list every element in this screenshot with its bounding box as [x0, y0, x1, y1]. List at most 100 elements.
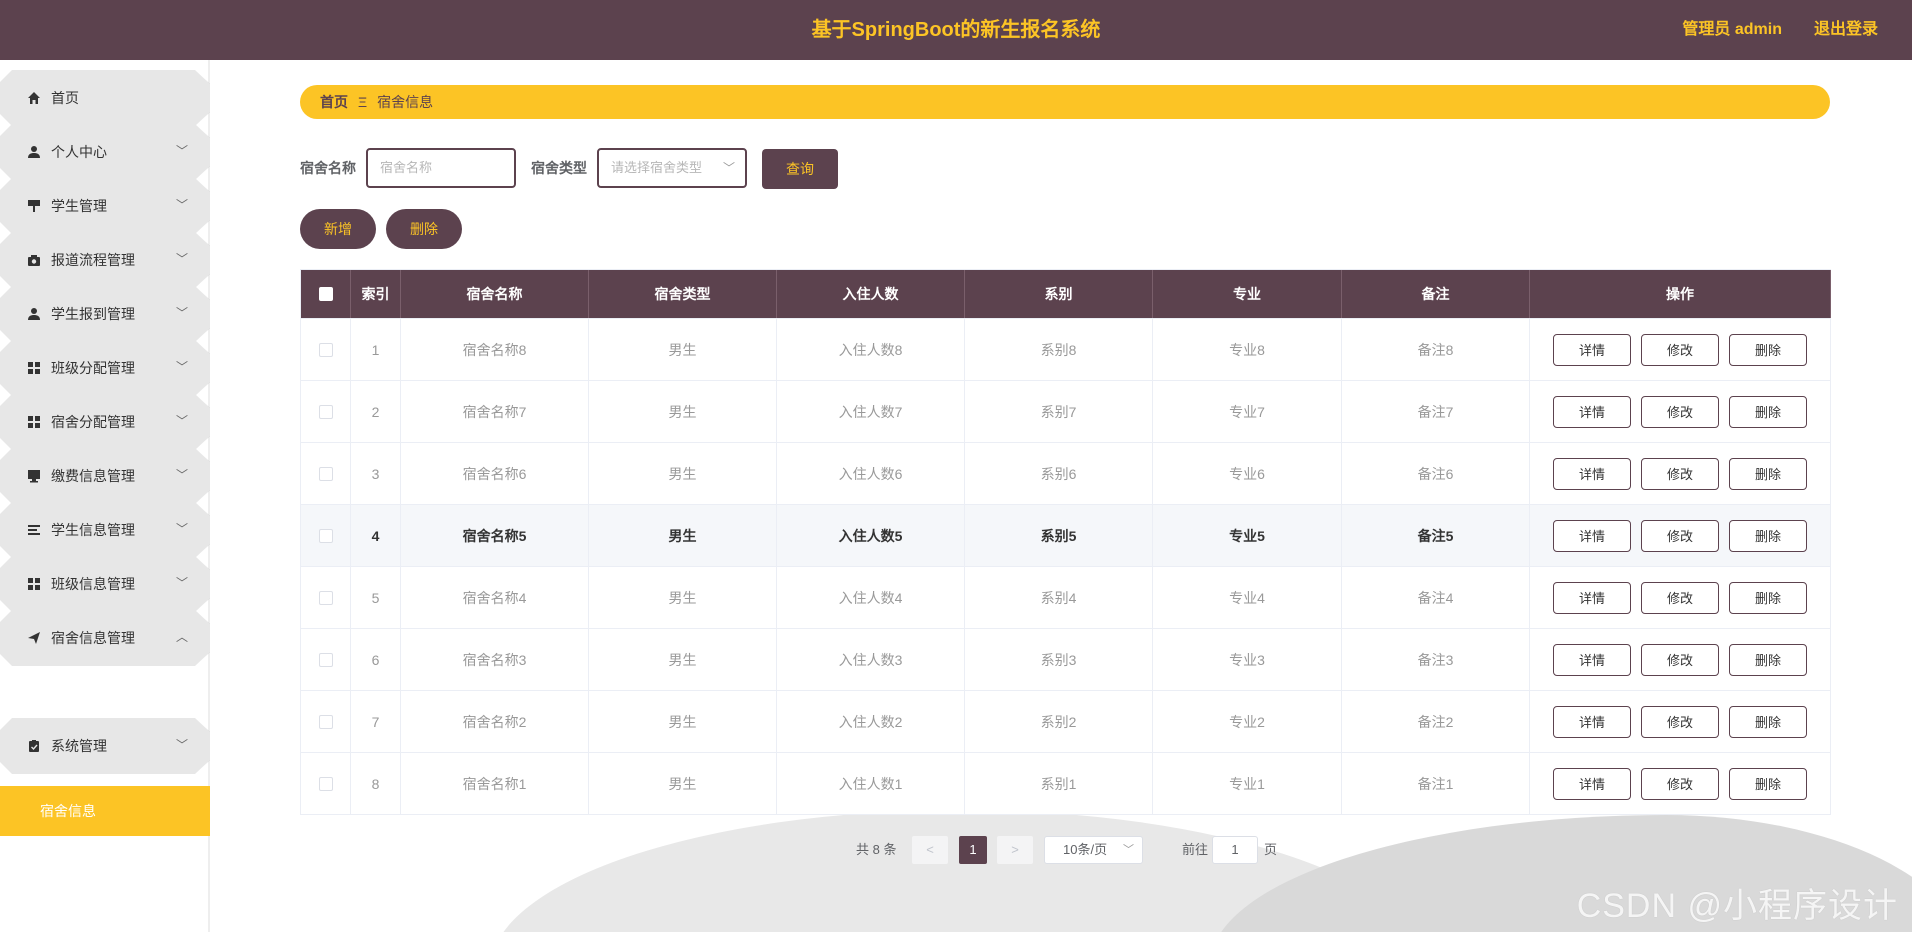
sidebar-item[interactable]: 班级信息管理 ﹀	[0, 556, 210, 612]
sidebar-item[interactable]: 宿舍信息管理 ︿	[0, 610, 210, 666]
sidebar-item[interactable]: 学生信息管理 ﹀	[0, 502, 210, 558]
breadcrumb-home[interactable]: 首页	[320, 94, 348, 110]
detail-button[interactable]: 详情	[1553, 705, 1631, 738]
row-checkbox[interactable]	[318, 590, 333, 605]
select-all-checkbox[interactable]	[318, 287, 333, 301]
edit-button[interactable]: 修改	[1641, 457, 1719, 490]
dorm-type-select[interactable]: 请选择宿舍类型 ﹀	[597, 148, 747, 188]
sidebar-item[interactable]: 系统管理 ﹀	[0, 718, 210, 774]
sidebar-item-label: 宿舍分配管理	[51, 414, 135, 430]
page-1-button[interactable]: 1	[959, 836, 987, 864]
home-icon	[27, 91, 41, 105]
table-row: 8 宿舍名称1 男生 入住人数1 系别1 专业1 备注1 详情 修改 删除	[301, 753, 1831, 815]
table-cell: 宿舍名称7	[401, 381, 589, 442]
delete-button[interactable]: 删除	[1729, 519, 1807, 552]
dorm-name-input[interactable]: 宿舍名称	[366, 148, 516, 188]
sidebar-item[interactable]: 缴费信息管理 ﹀	[0, 448, 210, 504]
row-checkbox[interactable]	[318, 404, 333, 419]
sidebar-item[interactable]: 学生管理 ﹀	[0, 178, 210, 234]
row-checkbox[interactable]	[318, 714, 333, 729]
monitor-icon	[27, 469, 41, 483]
detail-button[interactable]: 详情	[1553, 581, 1631, 614]
table-cell: 宿舍名称2	[401, 691, 589, 752]
sidebar-subitem-label: 宿舍信息	[40, 803, 96, 819]
user-icon	[27, 145, 41, 159]
logout-button[interactable]: 退出登录	[1814, 0, 1878, 60]
table-cell: 专业2	[1153, 691, 1342, 752]
sidebar-item[interactable]: 报道流程管理 ﹀	[0, 232, 210, 288]
delete-button[interactable]: 删除	[1729, 643, 1807, 676]
app-title: 基于SpringBoot的新生报名系统	[811, 19, 1101, 41]
sidebar-item[interactable]: 班级分配管理 ﹀	[0, 340, 210, 396]
table-cell: 备注6	[1342, 443, 1530, 504]
sidebar-subitem-dorm-info[interactable]: 宿舍信息	[0, 786, 210, 836]
edit-button[interactable]: 修改	[1641, 519, 1719, 552]
table-cell: 宿舍名称6	[401, 443, 589, 504]
sidebar-item[interactable]: 学生报到管理 ﹀	[0, 286, 210, 342]
chevron-down-icon: ﹀	[175, 198, 188, 212]
delete-button[interactable]: 删除	[1729, 395, 1807, 428]
menu-notch	[196, 340, 210, 354]
edit-button[interactable]: 修改	[1641, 767, 1719, 800]
sidebar-item[interactable]: 个人中心 ﹀	[0, 124, 210, 180]
table-cell: 专业3	[1153, 629, 1342, 690]
menu-notch	[196, 610, 210, 624]
page-size-select[interactable]: 10条/页 ﹀	[1044, 836, 1143, 864]
row-checkbox[interactable]	[318, 466, 333, 481]
batch-delete-button[interactable]: 删除	[386, 209, 462, 249]
table-cell: 备注7	[1342, 381, 1530, 442]
next-page-button[interactable]: >	[997, 836, 1033, 864]
delete-button[interactable]: 删除	[1729, 581, 1807, 614]
row-checkbox[interactable]	[318, 776, 333, 791]
table-cell: 备注8	[1342, 319, 1530, 380]
list-icon	[27, 523, 41, 537]
delete-button[interactable]: 删除	[1729, 705, 1807, 738]
actions-cell: 详情 修改 删除	[1530, 381, 1831, 442]
detail-button[interactable]: 详情	[1553, 767, 1631, 800]
table-cell: 入住人数3	[777, 629, 965, 690]
goto-page-input[interactable]: 1	[1212, 836, 1258, 864]
grid-icon	[27, 361, 41, 375]
column-header: 宿舍名称	[401, 270, 589, 318]
column-header: 入住人数	[777, 270, 965, 318]
sidebar-item[interactable]: 宿舍分配管理 ﹀	[0, 394, 210, 450]
detail-button[interactable]: 详情	[1553, 643, 1631, 676]
row-checkbox[interactable]	[318, 652, 333, 667]
table-cell: 5	[351, 567, 401, 628]
edit-button[interactable]: 修改	[1641, 395, 1719, 428]
menu-notch	[196, 220, 210, 234]
prev-page-button[interactable]: <	[912, 836, 948, 864]
row-checkbox[interactable]	[318, 342, 333, 357]
detail-button[interactable]: 详情	[1553, 457, 1631, 490]
header-select-cell	[301, 270, 351, 318]
menu-notch	[196, 178, 210, 192]
breadcrumb-separator: Ξ	[358, 94, 368, 110]
sidebar-item-label: 个人中心	[51, 144, 107, 160]
table-cell: 系别7	[965, 381, 1153, 442]
delete-button[interactable]: 删除	[1729, 457, 1807, 490]
dorm-type-placeholder: 请选择宿舍类型	[611, 160, 703, 175]
detail-button[interactable]: 详情	[1553, 519, 1631, 552]
edit-button[interactable]: 修改	[1641, 643, 1719, 676]
table-cell: 入住人数4	[777, 567, 965, 628]
detail-button[interactable]: 详情	[1553, 395, 1631, 428]
detail-button[interactable]: 详情	[1553, 333, 1631, 366]
edit-button[interactable]: 修改	[1641, 705, 1719, 738]
edit-button[interactable]: 修改	[1641, 581, 1719, 614]
row-checkbox[interactable]	[318, 528, 333, 543]
sidebar-item[interactable]: 首页	[0, 70, 210, 126]
user-icon	[27, 307, 41, 321]
sidebar-item-label: 班级分配管理	[51, 360, 135, 376]
query-button[interactable]: 查询	[762, 149, 838, 189]
edit-button[interactable]: 修改	[1641, 333, 1719, 366]
add-button[interactable]: 新增	[300, 209, 376, 249]
actions-cell: 详情 修改 删除	[1530, 567, 1831, 628]
table-row: 4 宿舍名称5 男生 入住人数5 系别5 专业5 备注5 详情 修改 删除	[301, 505, 1831, 567]
delete-button[interactable]: 删除	[1729, 333, 1807, 366]
chevron-down-icon: ﹀	[175, 522, 188, 536]
table-cell: 宿舍名称3	[401, 629, 589, 690]
menu-notch	[196, 502, 210, 516]
table-cell: 男生	[589, 753, 777, 814]
delete-button[interactable]: 删除	[1729, 767, 1807, 800]
table-cell: 专业1	[1153, 753, 1342, 814]
